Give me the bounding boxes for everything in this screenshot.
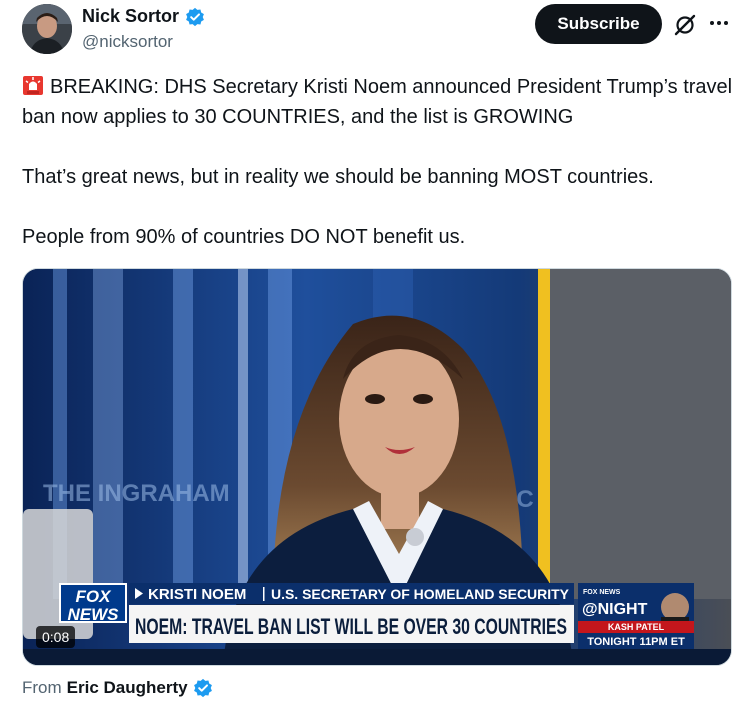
- promo-guest: KASH PATEL: [608, 622, 665, 632]
- video-frame: THE INGRAHAM NC FOX NEWS KRISTI NOEM U.S…: [23, 269, 731, 665]
- rotating-light-emoji-icon: [23, 76, 43, 95]
- author-avatar[interactable]: [22, 4, 72, 54]
- author-name[interactable]: Nick Sortor: [82, 6, 179, 27]
- post-paragraph-1: BREAKING: DHS Secretary Kristi Noem anno…: [22, 72, 734, 132]
- author-handle[interactable]: @nicksortor: [82, 32, 173, 52]
- post-paragraph-2: That’s great news, but in reality we sho…: [22, 166, 654, 188]
- post-text: BREAKING: DHS Secretary Kristi Noem anno…: [22, 72, 734, 252]
- promo-show: @NIGHT: [582, 601, 648, 618]
- fox-logo-line1: FOX: [76, 587, 113, 606]
- video-timestamp: 0:08: [36, 626, 76, 648]
- lower-third-name: KRISTI NOEM: [148, 586, 246, 603]
- verified-badge-icon: [193, 678, 212, 698]
- promo-time: TONIGHT 11PM ET: [587, 636, 685, 648]
- post-paragraph-3: People from 90% of countries DO NOT bene…: [22, 226, 466, 248]
- verified-badge-icon: [186, 7, 204, 26]
- subscribe-button[interactable]: Subscribe: [535, 4, 662, 44]
- lower-third-title: U.S. SECRETARY OF HOMELAND SECURITY: [271, 586, 570, 602]
- post-paragraph-1-text: BREAKING: DHS Secretary Kristi Noem anno…: [22, 76, 733, 128]
- fox-logo-line2: NEWS: [68, 605, 120, 624]
- post-header: Nick Sortor @nicksortor Subscribe: [0, 0, 750, 60]
- promo-network: FOX NEWS: [583, 589, 621, 596]
- backdrop-text: THE INGRAHAM: [43, 480, 230, 507]
- source-attribution: From Eric Daugherty: [22, 678, 213, 698]
- more-icon[interactable]: [706, 10, 732, 36]
- from-label: From: [22, 678, 62, 697]
- video-player[interactable]: THE INGRAHAM NC FOX NEWS KRISTI NOEM U.S…: [22, 268, 732, 666]
- grok-icon[interactable]: [672, 12, 698, 38]
- headline-text: NOEM: TRAVEL BAN LIST WILL BE OVER 30 CO…: [135, 614, 567, 639]
- source-name[interactable]: Eric Daugherty: [67, 678, 188, 698]
